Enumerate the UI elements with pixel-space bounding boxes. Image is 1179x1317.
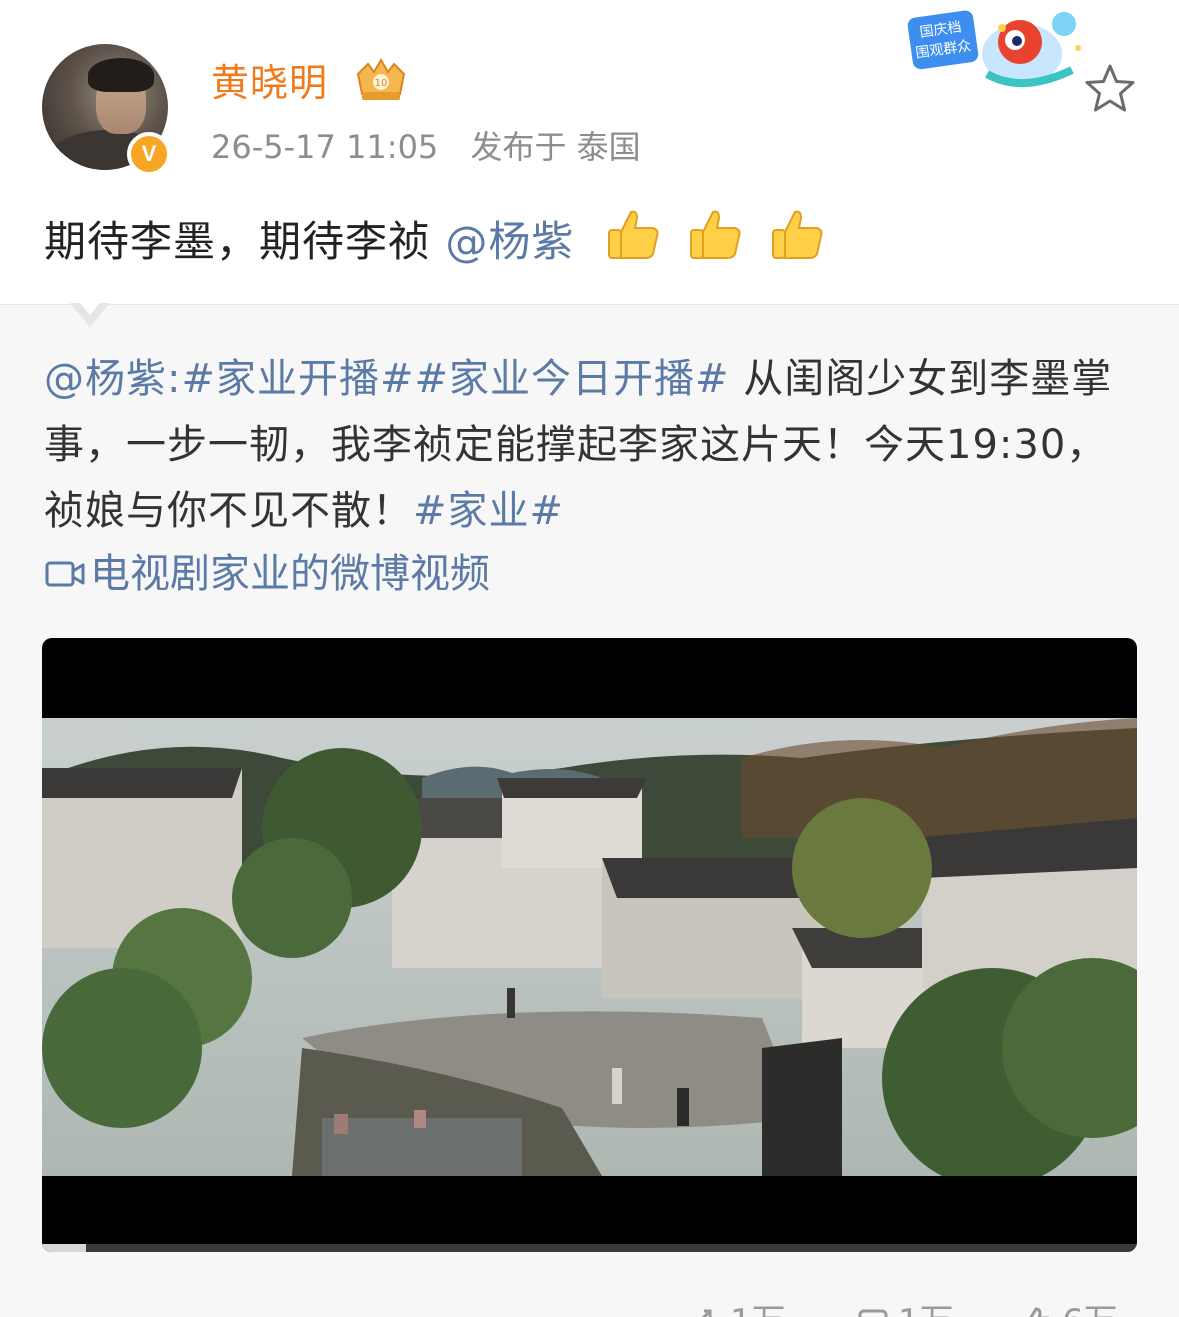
like-count: 6万 (1062, 1302, 1118, 1317)
comment-count: 1万 (898, 1302, 954, 1317)
repost-count: 1万 (730, 1302, 786, 1317)
video-progress-fill (42, 1244, 86, 1252)
post-text-body: 期待李墨，期待李祯 (44, 217, 432, 266)
like-icon (1029, 1307, 1050, 1317)
weibo-post-page: V 黄晓明 10 26-5-17 11:05 发布于 泰国 国庆档 围观群众 期… (0, 0, 1179, 1317)
repost-author-link[interactable]: @杨紫 (44, 356, 167, 402)
promo-sticker-icon[interactable]: 国庆档 围观群众 (902, 4, 1092, 94)
location: 发布于 泰国 (470, 128, 641, 166)
video-link-label: 电视剧家业的微博视频 (90, 551, 490, 597)
video-player[interactable] (42, 638, 1137, 1252)
username[interactable]: 黄晓明 (211, 52, 328, 107)
hashtag-link[interactable]: #家业开播# (181, 356, 414, 402)
repost-caret-fill (72, 293, 108, 315)
repost-text: @杨紫:#家业开播##家业今日开播# 从闺阁少女到李墨掌事，一步一韧，我李祯定能… (44, 346, 1134, 544)
crown-badge-icon[interactable]: 10 (352, 58, 410, 102)
comment-icon (858, 1309, 888, 1317)
hashtag-link[interactable]: #家业今日开播# (415, 356, 730, 402)
video-progress-bar[interactable] (42, 1244, 1137, 1252)
svg-text:10: 10 (375, 78, 388, 89)
like-button[interactable]: 6万 (1020, 1294, 1118, 1317)
video-frame (42, 718, 1137, 1176)
hashtag-link[interactable]: #家业# (413, 488, 564, 534)
comment-button[interactable]: 1万 (856, 1294, 954, 1317)
verified-badge-icon: V (127, 132, 171, 176)
thumbs-up-icon (690, 210, 741, 259)
post-text: 期待李墨，期待李祯 @杨紫 (44, 206, 835, 272)
post-meta: 26-5-17 11:05 发布于 泰国 (211, 122, 641, 168)
repost-separator: : (167, 356, 182, 402)
video-camera-icon (45, 561, 85, 587)
repost-button[interactable]: 1万 (688, 1294, 786, 1317)
favorite-star-icon[interactable] (1083, 62, 1137, 116)
video-link[interactable]: 电视剧家业的微博视频 (44, 544, 490, 604)
thumbs-up-icon (772, 210, 823, 259)
thumbs-group (603, 206, 836, 272)
timestamp: 26-5-17 11:05 (211, 128, 439, 166)
mention-link[interactable]: @杨紫 (445, 217, 574, 266)
repost-icon (701, 1309, 712, 1317)
action-bar: 1万 1万 6万 (688, 1294, 1158, 1317)
thumbs-up-icon (607, 210, 659, 259)
